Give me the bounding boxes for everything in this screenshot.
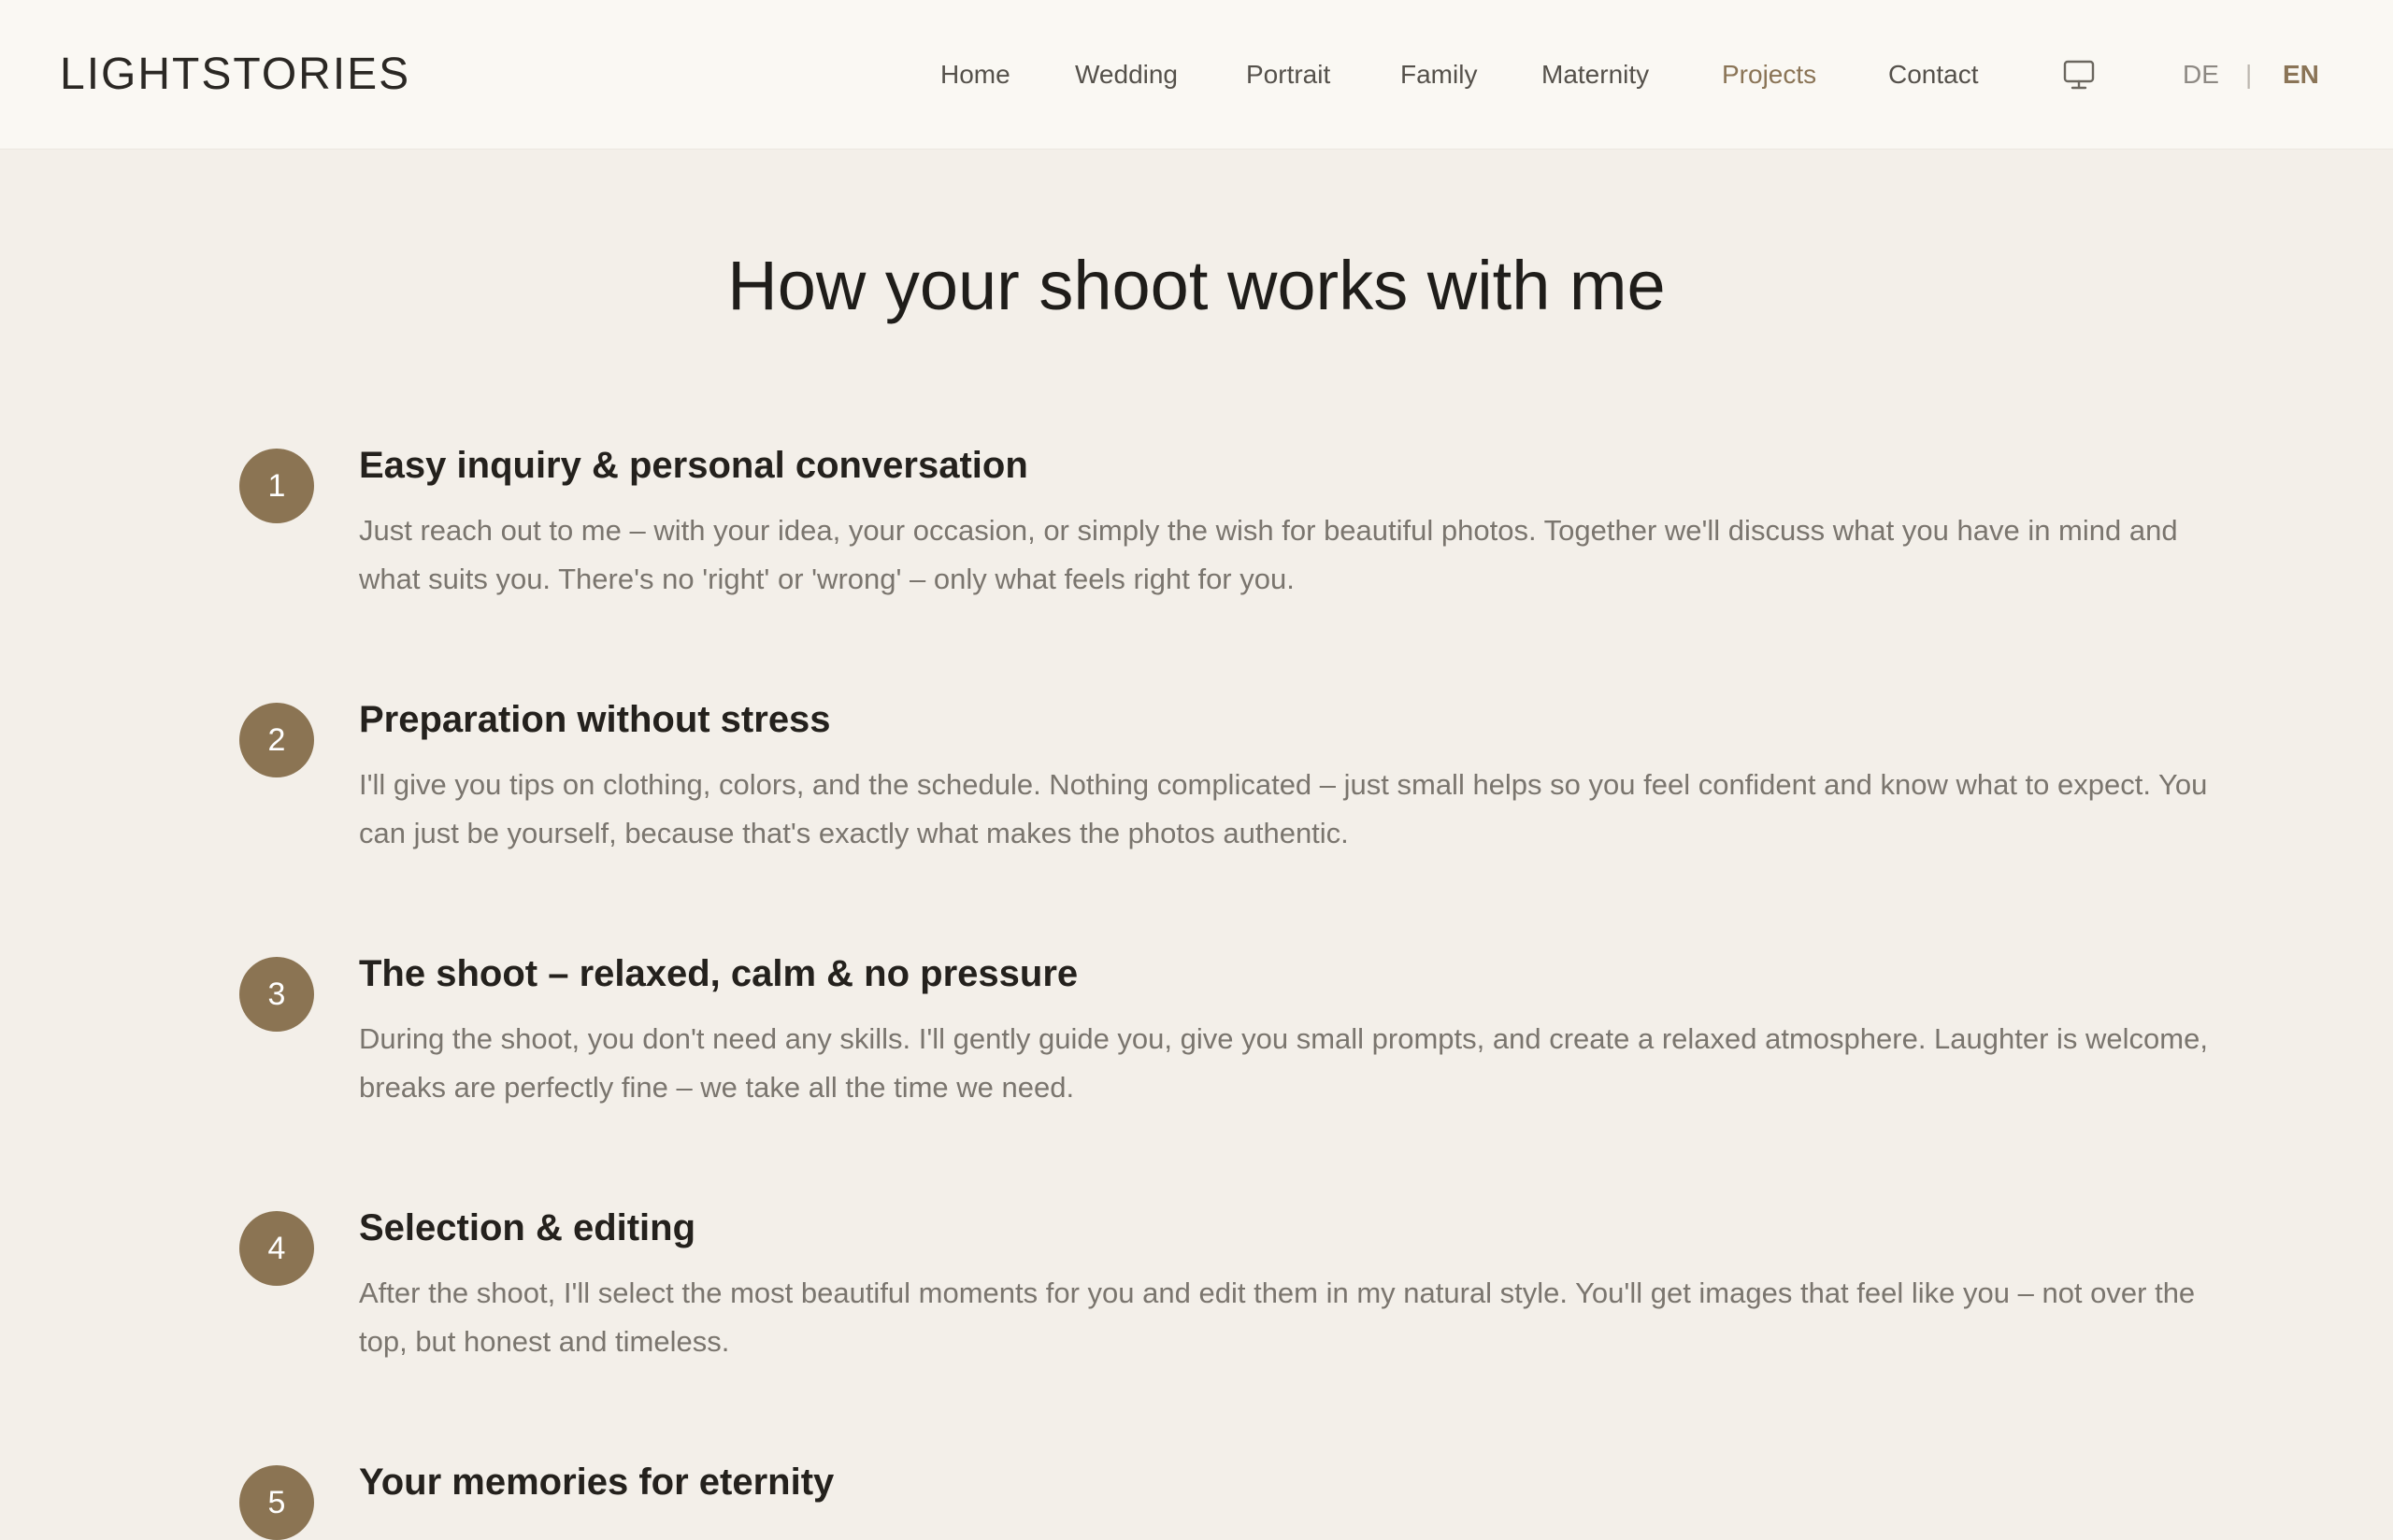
step-number-badge: 2 (239, 703, 314, 777)
step-title: Your memories for eternity (359, 1462, 835, 1503)
language-separator: | (2245, 60, 2253, 89)
nav-wedding[interactable]: Wedding (1075, 56, 1178, 93)
step-title: Selection & editing (359, 1207, 696, 1248)
monitor-icon[interactable] (2062, 58, 2096, 92)
step-number-badge: 3 (239, 957, 314, 1032)
nav-portrait[interactable]: Portrait (1246, 56, 1330, 93)
site-header: LIGHTSTORIES Home Wedding Portrait Famil… (0, 0, 2393, 150)
nav-home[interactable]: Home (940, 56, 1010, 93)
nav-maternity[interactable]: Maternity (1541, 56, 1649, 93)
step-description: I'll give you tips on clothing, colors, … (359, 768, 2208, 849)
page-title: How your shoot works with me (727, 247, 1666, 324)
nav-family[interactable]: Family (1400, 56, 1477, 93)
step-title: Preparation without stress (359, 699, 831, 740)
step-number-badge: 5 (239, 1465, 314, 1540)
site-logo[interactable]: LIGHTSTORIES (60, 49, 410, 101)
step-number-badge: 4 (239, 1211, 314, 1286)
step-title: Easy inquiry & personal conversation (359, 445, 1028, 486)
step-description: After the shoot, I'll select the most be… (359, 1276, 2196, 1358)
nav-projects[interactable]: Projects (1722, 56, 1816, 93)
language-en[interactable]: EN (2283, 56, 2319, 93)
nav-contact[interactable]: Contact (1888, 56, 1979, 93)
step-title: The shoot – relaxed, calm & no pressure (359, 953, 1079, 994)
step-description: During the shoot, you don't need any ski… (359, 1022, 2208, 1104)
step-number-badge: 1 (239, 449, 314, 523)
language-de[interactable]: DE (2183, 56, 2219, 93)
step-description: Just reach out to me – with your idea, y… (359, 514, 2178, 595)
